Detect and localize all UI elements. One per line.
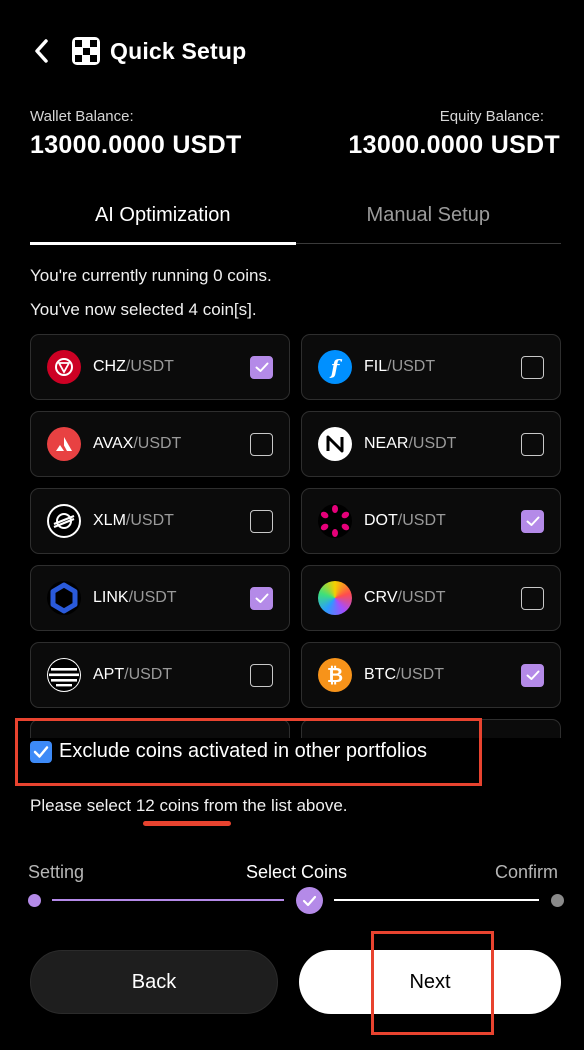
step-setting-dot (28, 894, 41, 907)
hint-count: 12 coins (135, 796, 200, 815)
wallet-balance-label: Wallet Balance: (30, 108, 134, 125)
coin-pair-label: FIL/USDT (364, 358, 435, 376)
coin-checkbox[interactable] (250, 509, 273, 533)
coin-base: XLM (93, 512, 126, 529)
coin-base: DOT (364, 512, 398, 529)
near-icon (318, 427, 352, 461)
equity-balance-value: 13000.0000 USDT (348, 131, 560, 159)
checkmark-icon (255, 362, 268, 372)
coin-checkbox[interactable] (250, 586, 273, 610)
coin-checkbox[interactable] (250, 663, 273, 687)
back-button[interactable]: Back (30, 950, 278, 1014)
coin-base: FIL (364, 358, 388, 375)
okx-logo-icon (72, 37, 100, 65)
apt-icon (47, 658, 81, 692)
coin-base: CHZ (93, 358, 126, 375)
checkmark-icon (526, 516, 539, 526)
checkmark-icon (255, 593, 268, 603)
coin-pair-label: AVAX/USDT (93, 435, 181, 453)
coin-card-dot[interactable]: DOT/USDT (301, 488, 561, 554)
coin-pair-label: CHZ/USDT (93, 358, 174, 376)
chz-icon (47, 350, 81, 384)
coin-base: CRV (364, 589, 398, 606)
selected-coins-text: You've now selected 4 coin[s]. (30, 300, 257, 319)
coin-checkbox[interactable] (250, 355, 273, 379)
coin-card-chz[interactable]: CHZ/USDT (30, 334, 290, 400)
coin-checkbox[interactable] (250, 432, 273, 456)
coin-pair-label: XLM/USDT (93, 512, 174, 530)
step-select-coins-label: Select Coins (246, 862, 348, 882)
coin-quote: /USDT (408, 435, 457, 452)
step-confirm-dot (551, 894, 564, 907)
coin-checkbox[interactable] (521, 509, 544, 533)
chevron-left-icon[interactable] (30, 36, 52, 66)
coin-grid: CHZ/USDT f FIL/USDT AVAX/USDT NEAR/USDT XLM/U… (30, 334, 562, 738)
page-title: Quick Setup (110, 37, 247, 64)
coin-checkbox[interactable] (521, 586, 544, 610)
coin-quote: /USDT (396, 666, 444, 683)
coin-quote: /USDT (387, 358, 436, 375)
tab-ai-optimization[interactable]: AI Optimization (30, 198, 296, 245)
coin-quote: /USDT (128, 589, 177, 606)
coin-pair-label: CRV/USDT (364, 589, 446, 607)
coin-pair-label: NEAR/USDT (364, 435, 456, 453)
crv-icon (318, 581, 352, 615)
coin-checkbox[interactable] (521, 355, 544, 379)
coin-quote: /USDT (133, 435, 182, 452)
coin-pair-label: DOT/USDT (364, 512, 446, 530)
step-setting-label: Setting (28, 862, 85, 882)
coin-card-avax[interactable]: AVAX/USDT (30, 411, 290, 477)
exclude-option[interactable]: Exclude coins activated in other portfol… (30, 740, 427, 763)
coin-base: NEAR (364, 435, 409, 452)
header: Quick Setup (30, 34, 246, 68)
exclude-checkbox[interactable] (30, 740, 52, 763)
setup-tabs: AI Optimization Manual Setup (30, 198, 562, 245)
wallet-balance-value: 13000.0000 USDT (30, 131, 242, 159)
selection-hint: Please select 12 coins from the list abo… (30, 796, 348, 816)
tab-manual-setup[interactable]: Manual Setup (296, 198, 562, 243)
coin-quote: /USDT (397, 589, 446, 606)
fil-icon: f (318, 350, 352, 384)
step-current-dot (296, 887, 323, 914)
checkmark-icon (526, 670, 539, 680)
coin-pair-label: LINK/USDT (93, 589, 177, 607)
btc-icon: ₿ (318, 658, 352, 692)
coin-quote: /USDT (125, 512, 174, 529)
coin-card-link[interactable]: LINK/USDT (30, 565, 290, 631)
coin-card-crv[interactable]: CRV/USDT (301, 565, 561, 631)
step-remaining-line (334, 899, 539, 901)
coin-base: LINK (93, 589, 129, 606)
dot-icon (318, 504, 352, 538)
coin-base: APT (93, 666, 125, 683)
coin-base: BTC (364, 666, 396, 683)
coin-checkbox[interactable] (521, 432, 544, 456)
equity-balance-label: Equity Balance: (439, 108, 544, 125)
avax-icon (47, 427, 81, 461)
coin-quote: /USDT (124, 666, 173, 683)
hint-prefix: Please select (30, 796, 136, 815)
coin-base: AVAX (93, 435, 134, 452)
step-progress-line (52, 899, 284, 901)
hint-suffix: from the list above. (199, 796, 348, 815)
step-confirm-label: Confirm (495, 862, 559, 882)
link-icon (47, 581, 81, 615)
coin-card-xlm[interactable]: XLM/USDT (30, 488, 290, 554)
coin-card-near[interactable]: NEAR/USDT (301, 411, 561, 477)
coin-pair-label: APT/USDT (93, 666, 172, 684)
checkmark-icon (33, 745, 49, 758)
coin-card-apt[interactable]: APT/USDT (30, 642, 290, 708)
hint-underline-mark (143, 821, 231, 826)
coin-card-btc[interactable]: ₿ BTC/USDT (301, 642, 561, 708)
running-coins-text: You're currently running 0 coins. (30, 266, 272, 285)
xlm-icon (47, 504, 81, 538)
highlight-box (371, 931, 494, 1035)
coin-quote: /USDT (125, 358, 174, 375)
coin-pair-label: BTC/USDT (364, 666, 444, 684)
coin-quote: /USDT (397, 512, 446, 529)
exclude-label: Exclude coins activated in other portfol… (59, 740, 427, 762)
coin-card-fil[interactable]: f FIL/USDT (301, 334, 561, 400)
coin-checkbox[interactable] (521, 663, 544, 687)
checkmark-icon (302, 895, 317, 906)
